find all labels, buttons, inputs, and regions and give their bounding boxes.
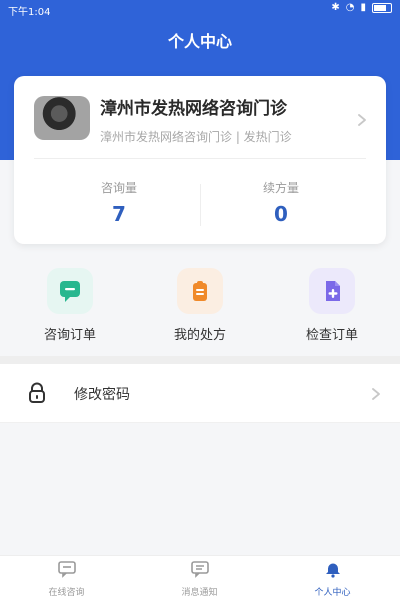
profile-name: 漳州市发热网络咨询门诊 xyxy=(100,99,287,119)
section-separator xyxy=(0,356,400,364)
menu-label: 修改密码 xyxy=(74,387,130,403)
status-time: 下午1:04 xyxy=(8,7,51,18)
battery-icon xyxy=(372,3,392,13)
bell-tab-icon xyxy=(325,563,340,578)
page-title: 个人中心 xyxy=(167,32,232,51)
signal-icon: ▮ xyxy=(360,2,366,13)
quick-action-consult-orders[interactable]: 咨询订单 xyxy=(10,268,130,343)
menu-item-change-password[interactable]: 修改密码 xyxy=(0,364,400,423)
chevron-right-icon xyxy=(372,388,380,400)
tab-messages[interactable]: 消息通知 xyxy=(133,560,266,598)
stat-refills: 续方量 0 xyxy=(206,179,356,226)
stat-consultations: 咨询量 7 xyxy=(44,179,194,226)
tab-profile[interactable]: 个人中心 xyxy=(266,560,399,598)
tab-label: 在线咨询 xyxy=(48,588,85,598)
bluetooth-icon: ✱ xyxy=(331,2,340,13)
message-tab-icon xyxy=(190,561,209,578)
lock-icon xyxy=(29,382,45,403)
chat-icon xyxy=(47,268,93,314)
tab-label: 个人中心 xyxy=(314,588,351,598)
quick-action-label: 咨询订单 xyxy=(43,328,96,343)
quick-action-label: 检查订单 xyxy=(305,328,358,343)
document-plus-icon xyxy=(309,268,355,314)
stat-value: 7 xyxy=(112,202,126,226)
stat-label: 续方量 xyxy=(262,181,299,195)
profile-subtitle: 漳州市发热网络咨询门诊 | 发热门诊 xyxy=(100,130,292,144)
profile-card[interactable]: 漳州市发热网络咨询门诊 漳州市发热网络咨询门诊 | 发热门诊 咨询量 7 续方量… xyxy=(14,76,386,244)
quick-action-label: 我的处方 xyxy=(173,328,226,343)
card-divider xyxy=(34,158,366,159)
stat-value: 0 xyxy=(274,202,288,226)
chat-tab-icon xyxy=(57,561,76,578)
stat-divider xyxy=(200,184,201,226)
stat-label: 咨询量 xyxy=(100,181,137,195)
status-bar: 下午1:04 ✱ ◔ ▮ xyxy=(0,0,400,18)
chevron-right-icon[interactable] xyxy=(356,114,368,126)
clipboard-icon xyxy=(177,268,223,314)
quick-actions: 咨询订单 我的处方 检查订单 xyxy=(0,260,400,350)
status-icons: ✱ ◔ ▮ xyxy=(331,2,392,14)
quick-action-exam-orders[interactable]: 检查订单 xyxy=(272,268,392,343)
quick-action-my-prescriptions[interactable]: 我的处方 xyxy=(140,268,260,343)
tab-online-consult[interactable]: 在线咨询 xyxy=(0,560,133,598)
tab-label: 消息通知 xyxy=(181,588,218,598)
wifi-icon: ◔ xyxy=(345,2,355,13)
avatar xyxy=(34,96,90,140)
tabbar: 在线咨询 消息通知 个人中心 xyxy=(0,555,400,601)
